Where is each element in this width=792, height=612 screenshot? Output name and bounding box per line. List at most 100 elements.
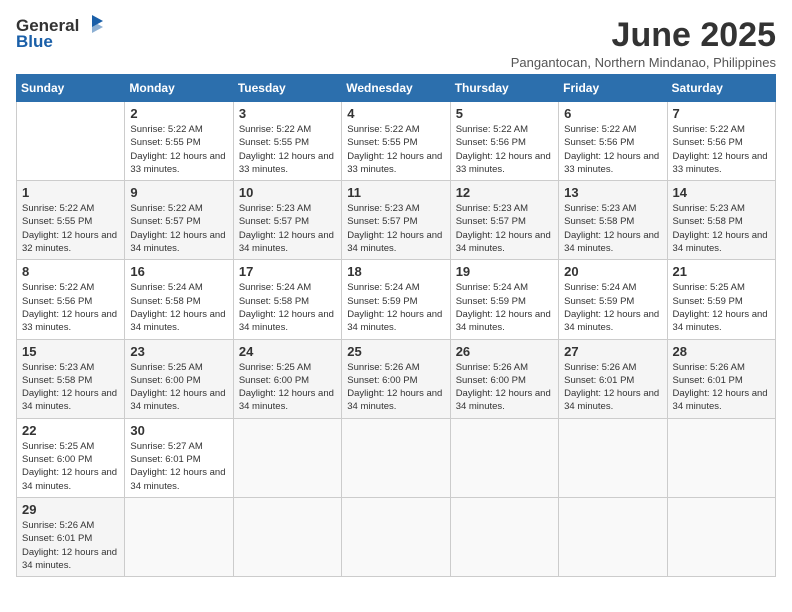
day-info: Sunrise: 5:25 AMSunset: 6:00 PMDaylight:… bbox=[22, 441, 117, 492]
table-row: 7 Sunrise: 5:22 AMSunset: 5:56 PMDayligh… bbox=[667, 102, 775, 181]
day-number: 7 bbox=[673, 106, 770, 121]
table-row: 22 Sunrise: 5:25 AMSunset: 6:00 PMDaylig… bbox=[17, 418, 125, 497]
table-row bbox=[450, 418, 558, 497]
calendar-table: Sunday Monday Tuesday Wednesday Thursday… bbox=[16, 74, 776, 577]
day-info: Sunrise: 5:25 AMSunset: 6:00 PMDaylight:… bbox=[130, 362, 225, 413]
table-row: 20 Sunrise: 5:24 AMSunset: 5:59 PMDaylig… bbox=[559, 260, 667, 339]
table-row bbox=[450, 497, 558, 576]
day-number: 3 bbox=[239, 106, 336, 121]
day-info: Sunrise: 5:23 AMSunset: 5:57 PMDaylight:… bbox=[347, 203, 442, 254]
month-title: June 2025 bbox=[511, 16, 776, 55]
day-number: 2 bbox=[130, 106, 227, 121]
day-number: 15 bbox=[22, 344, 119, 359]
col-saturday: Saturday bbox=[667, 75, 775, 102]
col-sunday: Sunday bbox=[17, 75, 125, 102]
day-info: Sunrise: 5:24 AMSunset: 5:59 PMDaylight:… bbox=[456, 282, 551, 333]
table-row: 10 Sunrise: 5:23 AMSunset: 5:57 PMDaylig… bbox=[233, 181, 341, 260]
title-section: June 2025 Pangantocan, Northern Mindanao… bbox=[511, 16, 776, 70]
calendar-row: 1 Sunrise: 5:22 AMSunset: 5:55 PMDayligh… bbox=[17, 181, 776, 260]
col-tuesday: Tuesday bbox=[233, 75, 341, 102]
table-row: 24 Sunrise: 5:25 AMSunset: 6:00 PMDaylig… bbox=[233, 339, 341, 418]
day-number: 13 bbox=[564, 185, 661, 200]
col-thursday: Thursday bbox=[450, 75, 558, 102]
day-info: Sunrise: 5:23 AMSunset: 5:58 PMDaylight:… bbox=[564, 203, 659, 254]
table-row: 4 Sunrise: 5:22 AMSunset: 5:55 PMDayligh… bbox=[342, 102, 450, 181]
table-row: 6 Sunrise: 5:22 AMSunset: 5:56 PMDayligh… bbox=[559, 102, 667, 181]
table-row: 8 Sunrise: 5:22 AMSunset: 5:56 PMDayligh… bbox=[17, 260, 125, 339]
day-info: Sunrise: 5:23 AMSunset: 5:57 PMDaylight:… bbox=[456, 203, 551, 254]
day-info: Sunrise: 5:23 AMSunset: 5:57 PMDaylight:… bbox=[239, 203, 334, 254]
day-info: Sunrise: 5:22 AMSunset: 5:55 PMDaylight:… bbox=[22, 203, 117, 254]
day-number: 5 bbox=[456, 106, 553, 121]
day-info: Sunrise: 5:22 AMSunset: 5:55 PMDaylight:… bbox=[130, 124, 225, 175]
day-number: 18 bbox=[347, 264, 444, 279]
day-info: Sunrise: 5:22 AMSunset: 5:55 PMDaylight:… bbox=[347, 124, 442, 175]
day-number: 26 bbox=[456, 344, 553, 359]
day-number: 17 bbox=[239, 264, 336, 279]
table-row: 1 Sunrise: 5:22 AMSunset: 5:55 PMDayligh… bbox=[17, 181, 125, 260]
day-number: 12 bbox=[456, 185, 553, 200]
table-row: 29 Sunrise: 5:26 AMSunset: 6:01 PMDaylig… bbox=[17, 497, 125, 576]
table-row: 14 Sunrise: 5:23 AMSunset: 5:58 PMDaylig… bbox=[667, 181, 775, 260]
table-row bbox=[667, 497, 775, 576]
day-number: 6 bbox=[564, 106, 661, 121]
table-row: 21 Sunrise: 5:25 AMSunset: 5:59 PMDaylig… bbox=[667, 260, 775, 339]
day-number: 30 bbox=[130, 423, 227, 438]
table-row: 2 Sunrise: 5:22 AMSunset: 5:55 PMDayligh… bbox=[125, 102, 233, 181]
day-number: 11 bbox=[347, 185, 444, 200]
day-info: Sunrise: 5:23 AMSunset: 5:58 PMDaylight:… bbox=[22, 362, 117, 413]
col-wednesday: Wednesday bbox=[342, 75, 450, 102]
logo-flag-icon bbox=[81, 13, 103, 35]
col-friday: Friday bbox=[559, 75, 667, 102]
day-info: Sunrise: 5:26 AMSunset: 6:00 PMDaylight:… bbox=[456, 362, 551, 413]
day-info: Sunrise: 5:22 AMSunset: 5:56 PMDaylight:… bbox=[673, 124, 768, 175]
table-row bbox=[342, 497, 450, 576]
day-info: Sunrise: 5:22 AMSunset: 5:56 PMDaylight:… bbox=[22, 282, 117, 333]
table-row: 15 Sunrise: 5:23 AMSunset: 5:58 PMDaylig… bbox=[17, 339, 125, 418]
calendar-row: 8 Sunrise: 5:22 AMSunset: 5:56 PMDayligh… bbox=[17, 260, 776, 339]
day-info: Sunrise: 5:24 AMSunset: 5:58 PMDaylight:… bbox=[130, 282, 225, 333]
table-row: 25 Sunrise: 5:26 AMSunset: 6:00 PMDaylig… bbox=[342, 339, 450, 418]
day-number: 25 bbox=[347, 344, 444, 359]
day-number: 23 bbox=[130, 344, 227, 359]
calendar-row: 22 Sunrise: 5:25 AMSunset: 6:00 PMDaylig… bbox=[17, 418, 776, 497]
day-info: Sunrise: 5:24 AMSunset: 5:59 PMDaylight:… bbox=[564, 282, 659, 333]
table-row: 27 Sunrise: 5:26 AMSunset: 6:01 PMDaylig… bbox=[559, 339, 667, 418]
day-info: Sunrise: 5:22 AMSunset: 5:56 PMDaylight:… bbox=[456, 124, 551, 175]
table-row: 11 Sunrise: 5:23 AMSunset: 5:57 PMDaylig… bbox=[342, 181, 450, 260]
table-row: 18 Sunrise: 5:24 AMSunset: 5:59 PMDaylig… bbox=[342, 260, 450, 339]
calendar-row: 2 Sunrise: 5:22 AMSunset: 5:55 PMDayligh… bbox=[17, 102, 776, 181]
day-info: Sunrise: 5:27 AMSunset: 6:01 PMDaylight:… bbox=[130, 441, 225, 492]
table-row: 17 Sunrise: 5:24 AMSunset: 5:58 PMDaylig… bbox=[233, 260, 341, 339]
table-row bbox=[233, 418, 341, 497]
day-info: Sunrise: 5:22 AMSunset: 5:56 PMDaylight:… bbox=[564, 124, 659, 175]
table-row bbox=[559, 497, 667, 576]
day-info: Sunrise: 5:25 AMSunset: 6:00 PMDaylight:… bbox=[239, 362, 334, 413]
day-number: 9 bbox=[130, 185, 227, 200]
table-row: 12 Sunrise: 5:23 AMSunset: 5:57 PMDaylig… bbox=[450, 181, 558, 260]
day-number: 14 bbox=[673, 185, 770, 200]
day-number: 20 bbox=[564, 264, 661, 279]
logo: General Blue bbox=[16, 16, 103, 52]
day-number: 19 bbox=[456, 264, 553, 279]
header: General Blue June 2025 Pangantocan, Nort… bbox=[16, 16, 776, 70]
table-row bbox=[125, 497, 233, 576]
table-row: 13 Sunrise: 5:23 AMSunset: 5:58 PMDaylig… bbox=[559, 181, 667, 260]
day-number: 29 bbox=[22, 502, 119, 517]
day-info: Sunrise: 5:26 AMSunset: 6:01 PMDaylight:… bbox=[22, 520, 117, 571]
day-number: 8 bbox=[22, 264, 119, 279]
table-row: 9 Sunrise: 5:22 AMSunset: 5:57 PMDayligh… bbox=[125, 181, 233, 260]
day-info: Sunrise: 5:23 AMSunset: 5:58 PMDaylight:… bbox=[673, 203, 768, 254]
day-number: 22 bbox=[22, 423, 119, 438]
table-row: 28 Sunrise: 5:26 AMSunset: 6:01 PMDaylig… bbox=[667, 339, 775, 418]
calendar-row: 29 Sunrise: 5:26 AMSunset: 6:01 PMDaylig… bbox=[17, 497, 776, 576]
day-number: 21 bbox=[673, 264, 770, 279]
table-row: 3 Sunrise: 5:22 AMSunset: 5:55 PMDayligh… bbox=[233, 102, 341, 181]
day-number: 1 bbox=[22, 185, 119, 200]
page-container: General Blue June 2025 Pangantocan, Nort… bbox=[16, 16, 776, 577]
day-number: 28 bbox=[673, 344, 770, 359]
day-number: 4 bbox=[347, 106, 444, 121]
table-row bbox=[667, 418, 775, 497]
table-row: 16 Sunrise: 5:24 AMSunset: 5:58 PMDaylig… bbox=[125, 260, 233, 339]
day-number: 24 bbox=[239, 344, 336, 359]
